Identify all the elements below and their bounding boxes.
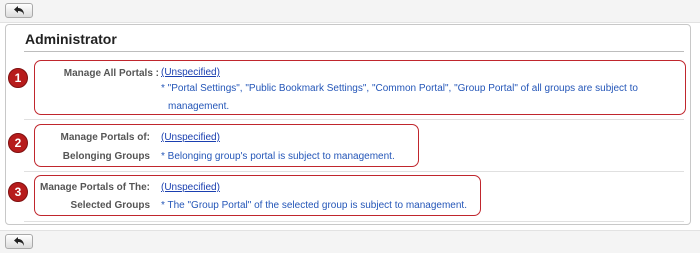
- belonging-groups-link[interactable]: (Unspecified): [161, 132, 220, 143]
- row-divider: [24, 171, 684, 172]
- panel-title: Administrator: [25, 31, 117, 47]
- manage-portals-of-the-label: Manage Portals of The:: [39, 182, 150, 193]
- manage-portals-of-label: Manage Portals of:: [60, 132, 150, 143]
- administrator-panel: Administrator 1 Manage All Portals : (Un…: [5, 24, 691, 225]
- badge-2: 2: [8, 133, 28, 153]
- manage-all-portals-label: Manage All Portals :: [63, 68, 159, 79]
- back-arrow-icon: [14, 6, 24, 15]
- belonging-groups-desc: * Belonging group's portal is subject to…: [161, 151, 395, 162]
- badge-3: 3: [8, 182, 28, 202]
- selected-groups-desc: * The "Group Portal" of the selected gro…: [161, 200, 467, 211]
- back-button[interactable]: [5, 3, 33, 18]
- manage-all-portals-desc-line-1: * "Portal Settings", "Public Bookmark Se…: [161, 83, 638, 94]
- title-divider: [24, 51, 684, 52]
- row-divider: [24, 119, 684, 120]
- manage-all-portals-link[interactable]: (Unspecified): [161, 67, 220, 78]
- badge-1: 1: [8, 68, 28, 88]
- selected-groups-link[interactable]: (Unspecified): [161, 182, 220, 193]
- back-arrow-icon: [14, 237, 24, 246]
- selected-groups-label: Selected Groups: [70, 200, 150, 211]
- top-toolbar: [0, 0, 700, 23]
- belonging-groups-label: Belonging Groups: [62, 151, 150, 162]
- row-divider: [24, 221, 684, 222]
- manage-all-portals-desc-line-2: management.: [168, 101, 230, 112]
- back-button[interactable]: [5, 234, 33, 249]
- bottom-toolbar: [0, 230, 700, 253]
